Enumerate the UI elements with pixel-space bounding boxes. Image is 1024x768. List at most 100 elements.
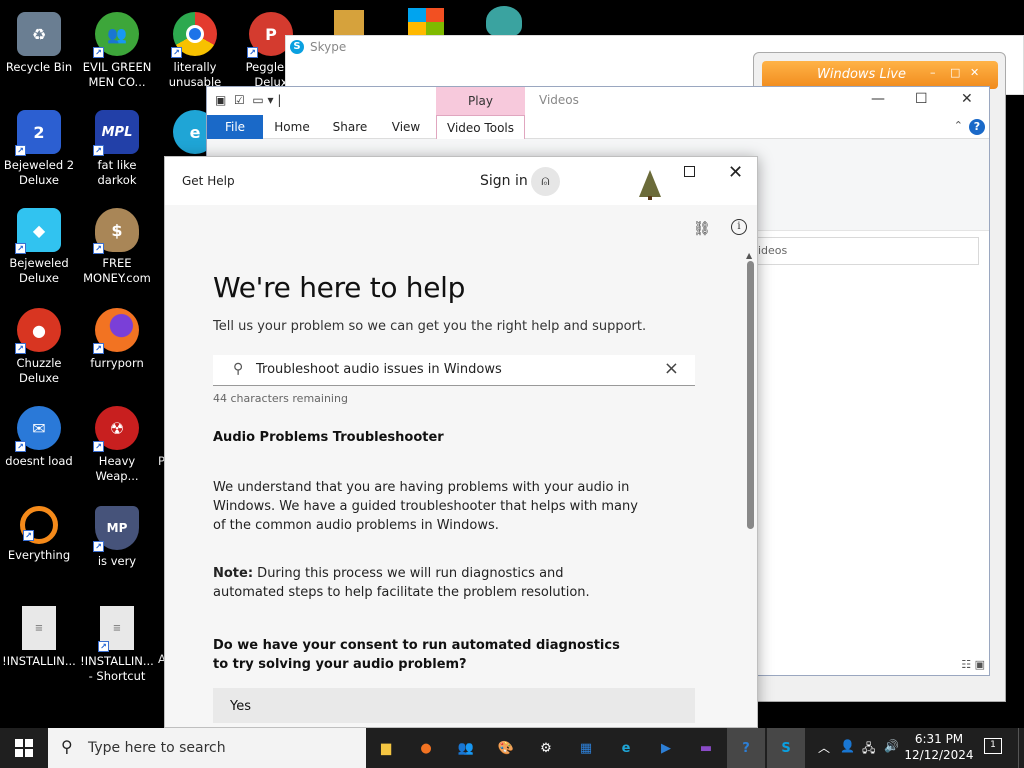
desktop-icon-recycle-bin[interactable]: ♻ Recycle Bin [0, 4, 78, 96]
characters-remaining: 44 characters remaining [213, 392, 348, 405]
app-icon-partial [334, 10, 364, 36]
page-subtitle: Tell us your problem so we can get you t… [213, 319, 647, 334]
get-help-icon[interactable]: ? [732, 734, 760, 762]
search-input[interactable]: ⚲ Troubleshoot audio issues in Windows × [213, 355, 695, 386]
tab-video-tools[interactable]: Video Tools [436, 115, 525, 139]
scroll-up-icon[interactable]: ▲ [746, 251, 752, 260]
character-icon [486, 6, 522, 36]
text-file-icon: ≡ [22, 606, 56, 650]
desktop-icon-chuzzle[interactable]: ● ↗ Chuzzle Deluxe [0, 300, 78, 392]
chevron-up-icon[interactable]: ︿ [818, 739, 830, 756]
search-icon: ⚲ [233, 361, 244, 377]
show-desktop-button[interactable] [1018, 728, 1024, 768]
get-help-content: ⛓ i We're here to help Tell us your prob… [165, 205, 757, 727]
desktop-icon-evil-green-men[interactable]: 👥 ↗ EVIL GREEN MEN CO... [78, 4, 156, 96]
messenger-icon[interactable]: 👥 [452, 734, 480, 762]
tab-view[interactable]: View [383, 115, 429, 139]
close-button[interactable]: ✕ [728, 162, 743, 183]
start-button[interactable] [0, 728, 48, 768]
desktop-icon-bejeweled-deluxe[interactable]: ◆ ↗ Bejeweled Deluxe [0, 200, 78, 292]
network-icon[interactable]: 🖧 [862, 739, 875, 760]
maximize-button[interactable]: ☐ [915, 91, 928, 107]
tree-icon [637, 169, 663, 201]
maximize-button[interactable]: □ [950, 66, 960, 79]
ribbon-tabs: File Home Share View Video Tools ⌃ ? [207, 115, 989, 139]
taskbar-search[interactable]: ⚲ Type here to search [48, 728, 366, 768]
file-explorer-icon[interactable]: ▆ [372, 734, 400, 762]
windows-live-title: Windows Live [817, 67, 906, 82]
messenger-tray-icon[interactable]: 👤 [840, 739, 855, 753]
tab-home[interactable]: Home [269, 115, 315, 139]
app-title: Get Help [182, 174, 235, 188]
desktop-icon-heavy-weap[interactable]: ☢ ↗ Heavy Weap... [78, 398, 156, 490]
chuzzle-icon: ● ↗ [15, 308, 61, 354]
scrollbar-thumb[interactable] [747, 261, 754, 529]
volume-icon[interactable]: 🔊 [884, 739, 899, 753]
tab-share[interactable]: Share [327, 115, 373, 139]
close-button[interactable]: ✕ [961, 91, 973, 107]
page-title: We're here to help [213, 271, 466, 304]
text-file-icon: ≡ ↗ [98, 606, 134, 652]
minimize-button[interactable]: – [930, 66, 936, 79]
media-player-icon[interactable]: ▶ [652, 734, 680, 762]
notification-icon[interactable]: 1 [984, 738, 1002, 754]
desktop-icon-installing[interactable]: ≡ !INSTALLIN... [0, 598, 78, 690]
collapse-ribbon-icon[interactable]: ⌃ [954, 119, 963, 132]
sign-in-link[interactable]: Sign in [480, 173, 528, 189]
calendar-icon[interactable]: ▦ [572, 734, 600, 762]
explorer-titlebar: ▣ ☑ ▭ ▾ | Play Videos — ☐ ✕ [207, 87, 989, 115]
search-placeholder: Type here to search [88, 740, 226, 756]
search-ring-icon: ↗ [20, 506, 58, 544]
minimize-button[interactable]: — [871, 91, 885, 107]
desktop-icon-bejeweled-2[interactable]: 2 ↗ Bejeweled 2 Deluxe [0, 102, 78, 194]
get-help-titlebar: Get Help Sign in ⍝ ✕ [165, 157, 757, 205]
gem-icon: ◆ ↗ [15, 208, 61, 254]
skype-title: Skype [310, 40, 347, 54]
maximize-button[interactable] [684, 166, 695, 177]
address-bar[interactable]: ideos [753, 237, 979, 265]
clock[interactable]: 6:31 PM 12/12/2024 [902, 731, 976, 763]
date: 12/12/2024 [904, 748, 974, 762]
view-toggle-buttons[interactable]: ☷ ▣ [961, 658, 985, 671]
tab-file[interactable]: File [207, 115, 263, 139]
note-paragraph: Note: During this process we will run di… [213, 564, 633, 602]
context-tab-play: Play [436, 87, 525, 115]
desktop-icon-doesnt-load[interactable]: ✉ ↗ doesnt load [0, 398, 78, 490]
result-title: Audio Problems Troubleshooter [213, 430, 444, 445]
quick-access-toolbar[interactable]: ▣ ☑ ▭ ▾ | [215, 93, 281, 107]
desktop-icon-free-money[interactable]: $ ↗ FREE MONEY.com [78, 200, 156, 292]
mp-shield-icon: MP ↗ [93, 506, 139, 552]
info-icon[interactable]: i [731, 219, 747, 235]
search-icon: ⚲ [61, 737, 73, 756]
bejeweled-2-icon: 2 ↗ [15, 110, 61, 156]
money-bag-icon: $ ↗ [93, 208, 139, 254]
desktop-icon-everything[interactable]: ↗ Everything [0, 498, 78, 590]
yes-button[interactable]: Yes [213, 688, 695, 723]
clear-icon[interactable]: × [664, 358, 679, 379]
paint-icon[interactable]: 🎨 [492, 734, 520, 762]
close-button[interactable]: ✕ [970, 66, 979, 79]
windows-live-titlebar: Windows Live – □ ✕ [762, 61, 998, 89]
result-description: We understand that you are having proble… [213, 480, 638, 533]
get-help-window[interactable]: Get Help Sign in ⍝ ✕ ⛓ i We're here to h… [164, 156, 758, 728]
note-text: During this process we will run diagnost… [213, 566, 590, 600]
time: 6:31 PM [914, 732, 964, 746]
help-icon[interactable]: ? [969, 119, 985, 135]
desktop-icon-is-very[interactable]: MP ↗ is very [78, 498, 156, 590]
video-editor-icon[interactable]: ▬ [692, 734, 720, 762]
explorer-title: Videos [539, 93, 579, 107]
desktop-icon-installing-shortcut[interactable]: ≡ ↗ !INSTALLIN... - Shortcut [78, 598, 156, 690]
office-icon [408, 8, 444, 36]
share-icon[interactable]: ⛓ [693, 221, 711, 237]
account-avatar-icon[interactable]: ⍝ [531, 167, 560, 196]
recycle-bin-icon: ♻ [17, 12, 61, 56]
skype-icon[interactable]: S [772, 734, 800, 762]
firefox-icon[interactable]: ● [412, 734, 440, 762]
desktop-icon-fat-like-darkok[interactable]: MPL ↗ fat like darkok [78, 102, 156, 194]
edge-icon[interactable]: e [612, 734, 640, 762]
desktop-icon-furryporn[interactable]: ↗ furryporn [78, 300, 156, 392]
search-value[interactable]: Troubleshoot audio issues in Windows [256, 362, 502, 377]
desktop-icon-literally-unusable[interactable]: ↗ literally unusable [156, 4, 234, 96]
consent-question: Do we have your consent to run automated… [213, 638, 620, 672]
settings-icon[interactable]: ⚙ [532, 734, 560, 762]
